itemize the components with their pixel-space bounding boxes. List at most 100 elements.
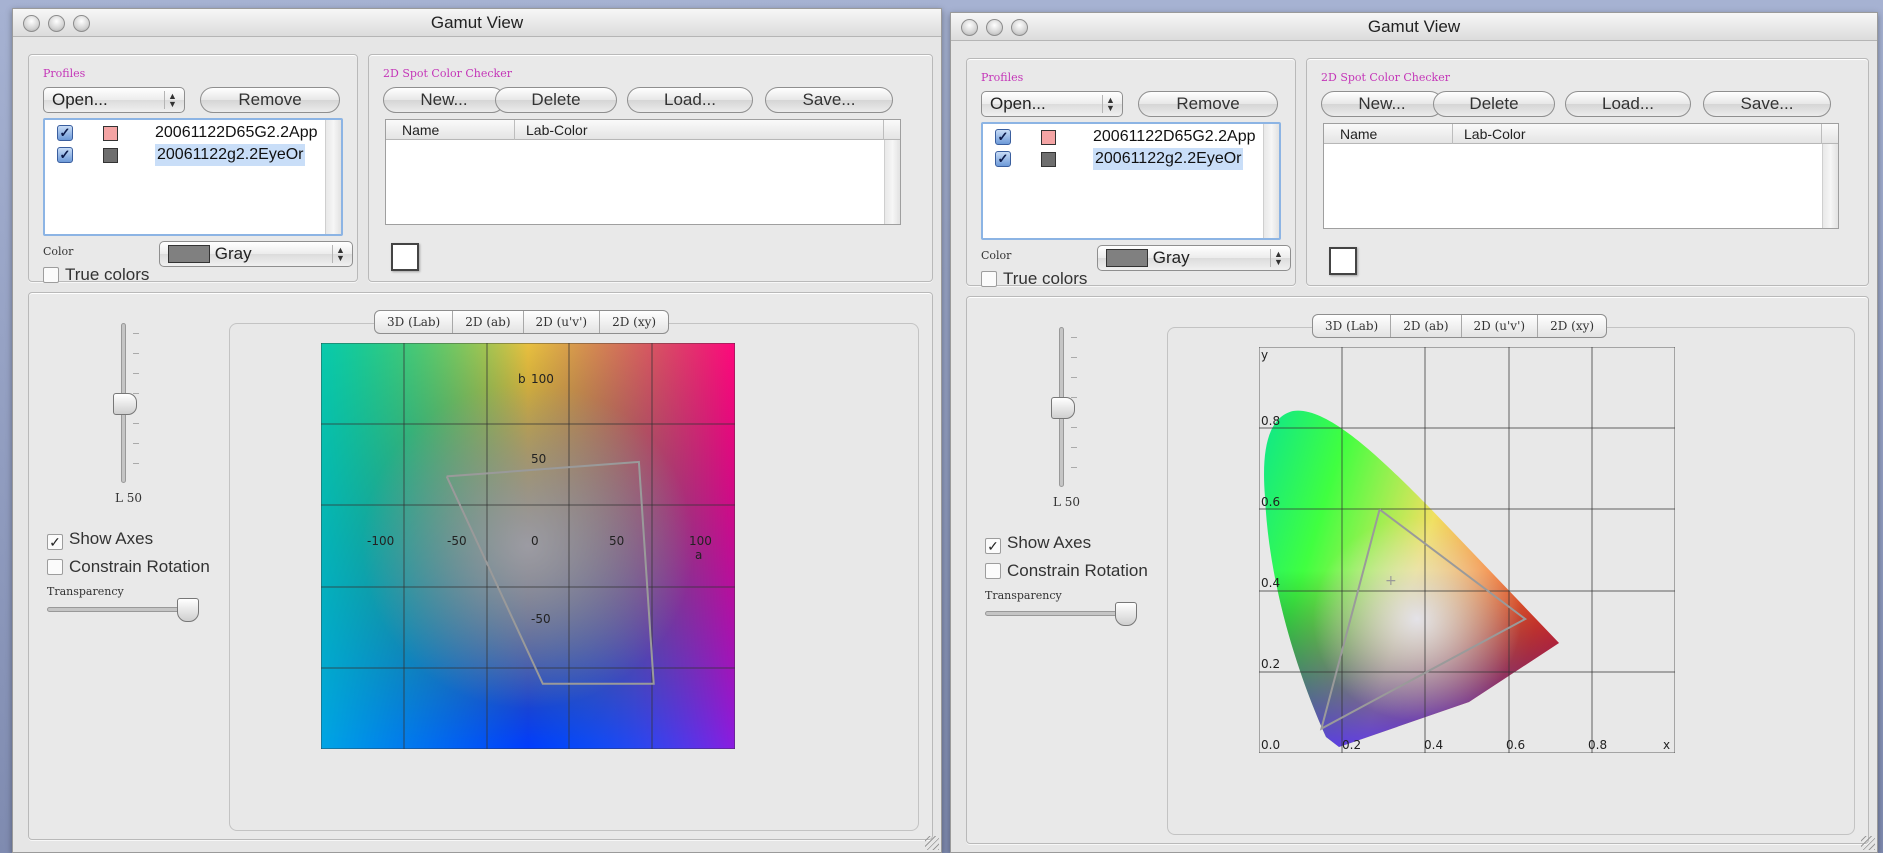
zoom-button[interactable] (73, 15, 90, 32)
spot-color-swatch[interactable] (1329, 247, 1357, 275)
tick-label: 0.8 (1588, 738, 1607, 752)
slider-tick (133, 373, 139, 374)
transparency-slider-knob[interactable] (1115, 602, 1137, 626)
constrain-rotation-checkbox[interactable]: Constrain Rotation (985, 561, 1148, 581)
checkbox-box[interactable] (985, 563, 1001, 579)
column-name[interactable]: Name (402, 122, 439, 138)
resize-grip-icon[interactable] (925, 836, 939, 850)
tab-3d-lab[interactable]: 3D (Lab) (1313, 315, 1392, 337)
checkmark-icon[interactable]: ✓ (57, 147, 73, 163)
scrollbar[interactable] (1263, 124, 1279, 238)
true-colors-checkbox[interactable]: True colors (981, 269, 1087, 289)
checkbox-box[interactable] (47, 559, 63, 575)
open-popup[interactable]: Open... ▲ ▼ (981, 91, 1123, 117)
tick-label: -50 (447, 534, 467, 548)
xy-plot[interactable]: y 0.8 0.6 0.4 0.2 0.0 0.2 0.4 0.6 0.8 x … (1259, 347, 1675, 753)
tab-2d-ab[interactable]: 2D (ab) (453, 311, 524, 333)
l-slider-knob[interactable] (113, 393, 137, 415)
a-axis-label: a (695, 548, 702, 562)
profiles-list[interactable]: ✓ 20061122D65G2.2App ✓ 20061122g2.2EyeOr (43, 118, 343, 236)
color-caption: Color (43, 245, 74, 258)
checkmark-icon[interactable]: ✓ (995, 129, 1011, 145)
l-value-label: L 50 (115, 491, 143, 505)
list-item[interactable]: ✓ 20061122g2.2EyeOr (53, 144, 313, 166)
scrollbar[interactable] (1822, 144, 1838, 228)
spot-color-swatch[interactable] (391, 243, 419, 271)
checkmark-icon[interactable]: ✓ (995, 151, 1011, 167)
open-popup[interactable]: Open... ▲ ▼ (43, 87, 185, 113)
minimize-button[interactable] (986, 19, 1003, 36)
true-colors-checkbox[interactable]: True colors (43, 265, 149, 285)
title-bar[interactable]: Gamut View (951, 13, 1877, 41)
color-popup[interactable]: Gray ▲ ▼ (159, 241, 353, 267)
gamut-view-panel: L 50 ✓ Show Axes Constrain Rotation Trans… (966, 296, 1869, 844)
profile-label: 20061122g2.2EyeOr (1093, 148, 1244, 170)
minimize-button[interactable] (48, 15, 65, 32)
profile-swatch (1041, 130, 1056, 145)
save-button[interactable]: Save... (765, 87, 893, 113)
transparency-slider-track[interactable] (47, 607, 197, 612)
gamut-view-window-left: Gamut View Profiles Open... ▲ ▼ Remove ✓ … (12, 8, 942, 853)
transparency-caption: Transparency (985, 589, 1062, 602)
column-lab-color[interactable]: Lab-Color (1464, 126, 1525, 142)
list-item[interactable]: ✓ 20061122D65G2.2App (53, 122, 318, 144)
scrollbar[interactable] (325, 120, 341, 234)
constrain-rotation-checkbox[interactable]: Constrain Rotation (47, 557, 210, 577)
popup-arrows-icon: ▲ ▼ (1270, 249, 1286, 267)
load-button[interactable]: Load... (1565, 91, 1691, 117)
tick-label: 0.6 (1506, 738, 1525, 752)
true-colors-label: True colors (1003, 269, 1088, 288)
profiles-panel: Profiles Open... ▲ ▼ Remove ✓ 20061122D65… (28, 54, 358, 285)
tab-2d-uv[interactable]: 2D (u'v') (524, 311, 601, 333)
tab-2d-xy[interactable]: 2D (xy) (600, 311, 668, 333)
checkmark-icon[interactable]: ✓ (47, 534, 63, 550)
show-axes-checkbox[interactable]: ✓ Show Axes (985, 533, 1091, 554)
spot-caption: 2D Spot Color Checker (1321, 71, 1450, 84)
tab-2d-xy[interactable]: 2D (xy) (1538, 315, 1606, 337)
column-lab-color[interactable]: Lab-Color (526, 122, 587, 138)
open-popup-label: Open... (52, 90, 108, 109)
delete-button[interactable]: Delete (495, 87, 617, 113)
tab-2d-uv[interactable]: 2D (u'v') (1462, 315, 1539, 337)
spot-color-table[interactable]: Name Lab-Color (1323, 123, 1839, 229)
profiles-caption: Profiles (43, 67, 86, 80)
l-slider-knob[interactable] (1051, 397, 1075, 419)
transparency-slider-knob[interactable] (177, 598, 199, 622)
color-popup[interactable]: Gray ▲ ▼ (1097, 245, 1291, 271)
new-button[interactable]: New... (383, 87, 505, 113)
profiles-list[interactable]: ✓ 20061122D65G2.2App ✓ 20061122g2.2EyeOr (981, 122, 1281, 240)
spot-color-table[interactable]: Name Lab-Color (385, 119, 901, 225)
column-name[interactable]: Name (1340, 126, 1377, 142)
close-button[interactable] (961, 19, 978, 36)
remove-button[interactable]: Remove (1138, 91, 1278, 117)
ab-plot[interactable]: b 100 50 -100 -50 0 50 100 a -50 (321, 343, 735, 749)
checkbox-box[interactable] (981, 271, 997, 287)
show-axes-checkbox[interactable]: ✓ Show Axes (47, 529, 153, 550)
tick-label: 0 (531, 534, 539, 548)
slider-tick (1071, 447, 1077, 448)
tick-label: 0.4 (1261, 576, 1280, 590)
transparency-slider-track[interactable] (985, 611, 1135, 616)
window-controls (23, 15, 90, 32)
delete-button[interactable]: Delete (1433, 91, 1555, 117)
tick-label: 50 (531, 452, 546, 466)
checkbox-box[interactable] (43, 267, 59, 283)
profile-label: 20061122D65G2.2App (1093, 128, 1256, 145)
checkmark-icon[interactable]: ✓ (985, 538, 1001, 554)
tab-2d-ab[interactable]: 2D (ab) (1391, 315, 1462, 337)
close-button[interactable] (23, 15, 40, 32)
resize-grip-icon[interactable] (1861, 836, 1875, 850)
b-axis-label: b (518, 372, 526, 386)
zoom-button[interactable] (1011, 19, 1028, 36)
new-button[interactable]: New... (1321, 91, 1443, 117)
title-bar[interactable]: Gamut View (13, 9, 941, 37)
list-item[interactable]: ✓ 20061122D65G2.2App (991, 126, 1256, 148)
save-button[interactable]: Save... (1703, 91, 1831, 117)
tab-3d-lab[interactable]: 3D (Lab) (375, 311, 454, 333)
list-item[interactable]: ✓ 20061122g2.2EyeOr (991, 148, 1251, 170)
y-axis-label: y (1261, 348, 1268, 362)
scrollbar[interactable] (884, 140, 900, 224)
remove-button[interactable]: Remove (200, 87, 340, 113)
load-button[interactable]: Load... (627, 87, 753, 113)
checkmark-icon[interactable]: ✓ (57, 125, 73, 141)
